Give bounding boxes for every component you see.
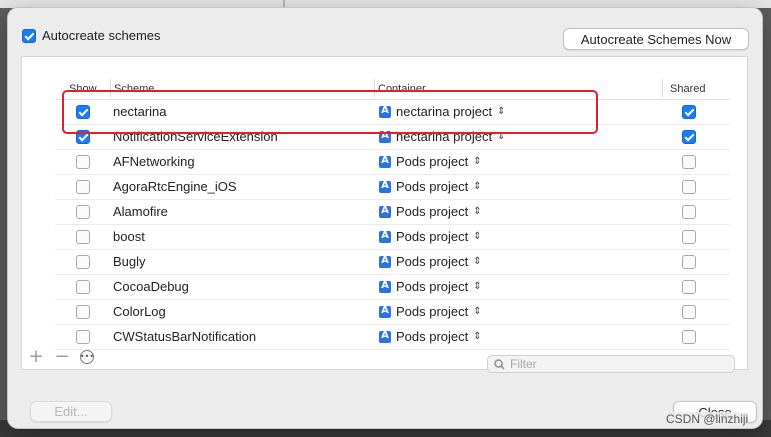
- container-popup[interactable]: Pods project ⇕: [379, 304, 482, 319]
- chevron-updown-icon: ⇕: [473, 181, 482, 192]
- xcode-project-icon: [379, 305, 391, 318]
- container-label: Pods project: [396, 154, 469, 169]
- container-popup[interactable]: Pods project ⇕: [379, 154, 482, 169]
- container-popup[interactable]: Pods project ⇕: [379, 279, 482, 294]
- scheme-name: CocoaDebug: [113, 279, 189, 294]
- autocreate-schemes-checkbox[interactable]: Autocreate schemes: [22, 28, 161, 43]
- manage-schemes-dialog: Autocreate schemes Autocreate Schemes No…: [8, 8, 762, 428]
- container-popup[interactable]: Pods project ⇕: [379, 229, 482, 244]
- shared-checkbox[interactable]: [682, 105, 696, 119]
- container-label: Pods project: [396, 204, 469, 219]
- column-header-shared[interactable]: Shared: [670, 83, 705, 95]
- scheme-name: ColorLog: [113, 304, 166, 319]
- scheme-name: AFNetworking: [113, 154, 195, 169]
- container-label: Pods project: [396, 179, 469, 194]
- show-checkbox[interactable]: [76, 330, 90, 344]
- table-row[interactable]: AgoraRtcEngine_iOS Pods project ⇕: [55, 175, 730, 200]
- minus-icon[interactable]: −: [54, 348, 70, 366]
- shared-checkbox[interactable]: [682, 305, 696, 319]
- table-row[interactable]: CWStatusBarNotification Pods project ⇕: [55, 325, 730, 350]
- xcode-project-icon: [379, 205, 391, 218]
- autocreate-check-icon[interactable]: [22, 28, 36, 43]
- table-row[interactable]: ColorLog Pods project ⇕: [55, 300, 730, 325]
- xcode-project-icon: [379, 155, 391, 168]
- xcode-project-icon: [379, 280, 391, 293]
- xcode-project-icon: [379, 180, 391, 193]
- show-checkbox[interactable]: [76, 205, 90, 219]
- table-row[interactable]: Bugly Pods project ⇕: [55, 250, 730, 275]
- filter-field[interactable]: [487, 355, 735, 373]
- container-label: Pods project: [396, 229, 469, 244]
- show-checkbox[interactable]: [76, 155, 90, 169]
- column-separator[interactable]: [662, 79, 663, 97]
- watermark: CSDN @linzhiji: [666, 412, 749, 426]
- background-window-top: [0, 0, 771, 8]
- show-checkbox[interactable]: [76, 180, 90, 194]
- table-row[interactable]: boost Pods project ⇕: [55, 225, 730, 250]
- scheme-name: boost: [113, 229, 145, 244]
- scheme-toolbar: + − •••: [28, 348, 94, 366]
- shared-checkbox[interactable]: [682, 255, 696, 269]
- show-checkbox[interactable]: [76, 255, 90, 269]
- show-checkbox[interactable]: [76, 280, 90, 294]
- container-popup[interactable]: Pods project ⇕: [379, 329, 482, 344]
- chevron-updown-icon: ⇕: [473, 231, 482, 242]
- container-label: Pods project: [396, 279, 469, 294]
- table-row[interactable]: CocoaDebug Pods project ⇕: [55, 275, 730, 300]
- show-checkbox[interactable]: [76, 230, 90, 244]
- xcode-project-icon: [379, 230, 391, 243]
- background-divider: [283, 0, 285, 8]
- container-label: Pods project: [396, 304, 469, 319]
- chevron-updown-icon: ⇕: [473, 281, 482, 292]
- search-icon: [494, 358, 505, 370]
- xcode-project-icon: [379, 330, 391, 343]
- table-row[interactable]: AFNetworking Pods project ⇕: [55, 150, 730, 175]
- edit-button[interactable]: Edit...: [30, 401, 112, 422]
- scheme-name: CWStatusBarNotification: [113, 329, 257, 344]
- autocreate-schemes-now-button[interactable]: Autocreate Schemes Now: [563, 28, 749, 50]
- container-popup[interactable]: Pods project ⇕: [379, 204, 482, 219]
- filter-input[interactable]: [510, 357, 710, 371]
- highlight-annotation: [62, 90, 598, 134]
- ellipsis-circle-icon[interactable]: •••: [80, 350, 94, 364]
- scheme-name: Bugly: [113, 254, 146, 269]
- chevron-updown-icon: ⇕: [473, 256, 482, 267]
- show-checkbox[interactable]: [76, 305, 90, 319]
- chevron-updown-icon: ⇕: [473, 206, 482, 217]
- container-label: Pods project: [396, 329, 469, 344]
- container-popup[interactable]: Pods project ⇕: [379, 254, 482, 269]
- plus-icon[interactable]: +: [28, 348, 44, 366]
- chevron-updown-icon: ⇕: [473, 156, 482, 167]
- scheme-name: Alamofire: [113, 204, 168, 219]
- autocreate-schemes-label: Autocreate schemes: [42, 28, 161, 43]
- chevron-updown-icon: ⇕: [473, 331, 482, 342]
- container-label: Pods project: [396, 254, 469, 269]
- shared-checkbox[interactable]: [682, 205, 696, 219]
- scheme-name: AgoraRtcEngine_iOS: [113, 179, 237, 194]
- shared-checkbox[interactable]: [682, 280, 696, 294]
- table-row[interactable]: Alamofire Pods project ⇕: [55, 200, 730, 225]
- shared-checkbox[interactable]: [682, 130, 696, 144]
- shared-checkbox[interactable]: [682, 155, 696, 169]
- container-popup[interactable]: Pods project ⇕: [379, 179, 482, 194]
- xcode-project-icon: [379, 255, 391, 268]
- shared-checkbox[interactable]: [682, 180, 696, 194]
- shared-checkbox[interactable]: [682, 330, 696, 344]
- table-body: nectarinanectarina project⇕NotificationS…: [55, 100, 730, 350]
- chevron-updown-icon: ⇕: [473, 306, 482, 317]
- shared-checkbox[interactable]: [682, 230, 696, 244]
